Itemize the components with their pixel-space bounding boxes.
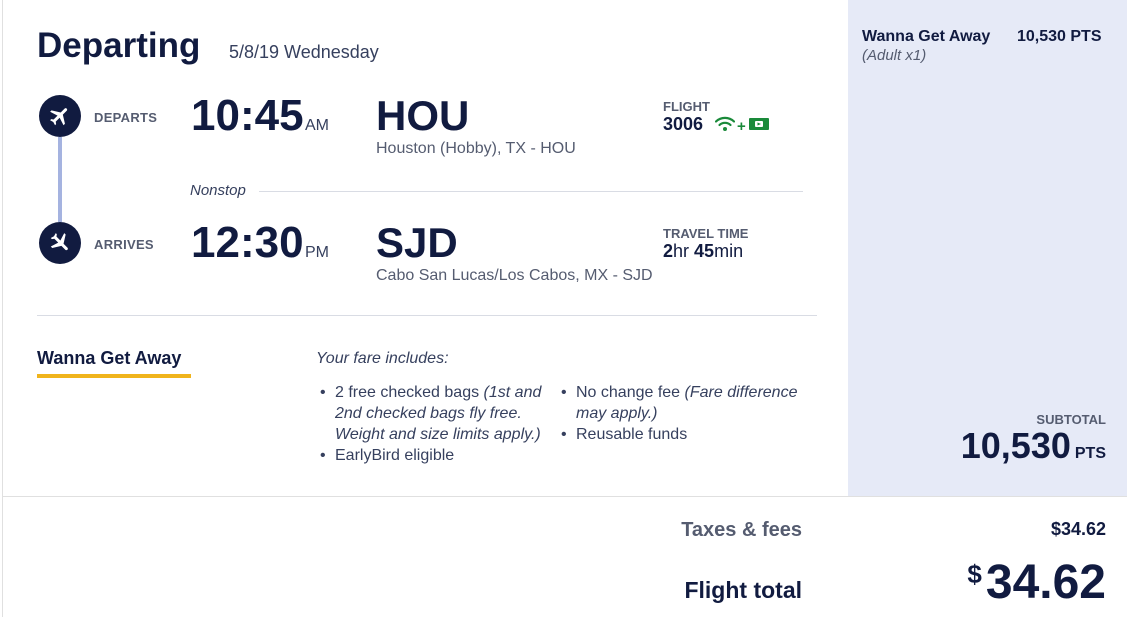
subtotal-value: 10,530 PTS: [960, 425, 1106, 466]
flight-date: 5/8/19 Wednesday: [229, 42, 379, 62]
totals-section: Taxes & fees $34.62 Flight total $34.62: [3, 496, 1127, 617]
arrival-ampm: PM: [305, 244, 329, 261]
arrival-airport-code: SJD: [376, 219, 458, 266]
fare-type-tab[interactable]: Wanna Get Away: [37, 348, 181, 369]
flight-total-label: Flight total: [684, 577, 802, 603]
tv-icon[interactable]: [748, 116, 770, 137]
flight-details: Departing 5/8/19 Wednesday DEPARTS ARRIV…: [3, 0, 848, 496]
list-item: EarlyBird eligible: [317, 445, 547, 466]
flight-number[interactable]: 3006: [663, 114, 703, 135]
travel-time-label: TRAVEL TIME: [663, 226, 749, 241]
fare-tab-underline: [37, 374, 191, 378]
list-item: 2 free checked bags (1st and 2nd checked…: [317, 382, 547, 445]
departure-airport-code: HOU: [376, 92, 470, 139]
flight-label: FLIGHT: [663, 99, 710, 114]
arrives-label: ARRIVES: [94, 237, 154, 252]
flight-card: Departing 5/8/19 Wednesday DEPARTS ARRIV…: [2, 0, 1127, 617]
departure-ampm: AM: [305, 117, 329, 134]
section-divider: [37, 315, 817, 316]
page-title: Departing: [37, 26, 201, 65]
arrival-time: 12:30: [191, 218, 304, 267]
plane-icon: [39, 222, 81, 264]
summary-fare-name: Wanna Get Away: [862, 28, 991, 45]
travel-time: 2hr 45min: [663, 241, 744, 261]
list-item: No change fee (Fare difference may apply…: [558, 382, 808, 424]
summary-passengers: (Adult x1): [862, 47, 927, 64]
departs-label: DEPARTS: [94, 110, 158, 125]
plane-icon: [39, 95, 81, 137]
arrival-city: Cabo San Lucas/Los Cabos, MX - SJD: [376, 267, 653, 284]
taxes-value: $34.62: [1050, 519, 1106, 539]
nonstop-label: Nonstop: [190, 182, 246, 199]
price-summary: Wanna Get Away (Adult x1) 10,530 PTS SUB…: [848, 0, 1127, 496]
list-item: Reusable funds: [558, 424, 808, 445]
fare-includes-heading: Your fare includes:: [316, 350, 449, 367]
nonstop-divider: [259, 191, 803, 192]
taxes-label: Taxes & fees: [681, 519, 802, 541]
departure-time: 10:45: [191, 91, 304, 140]
amenity-plus: +: [737, 118, 746, 135]
fare-includes-list-1: 2 free checked bags (1st and 2nd checked…: [317, 382, 547, 466]
flight-total-value: $34.62: [967, 556, 1106, 609]
fare-includes-list-2: No change fee (Fare difference may apply…: [558, 382, 808, 445]
departure-city: Houston (Hobby), TX - HOU: [376, 140, 576, 157]
amenities: +: [714, 116, 770, 137]
summary-points: 10,530 PTS: [1017, 28, 1102, 45]
wifi-icon[interactable]: [714, 116, 736, 137]
timeline-connector: [58, 137, 62, 222]
